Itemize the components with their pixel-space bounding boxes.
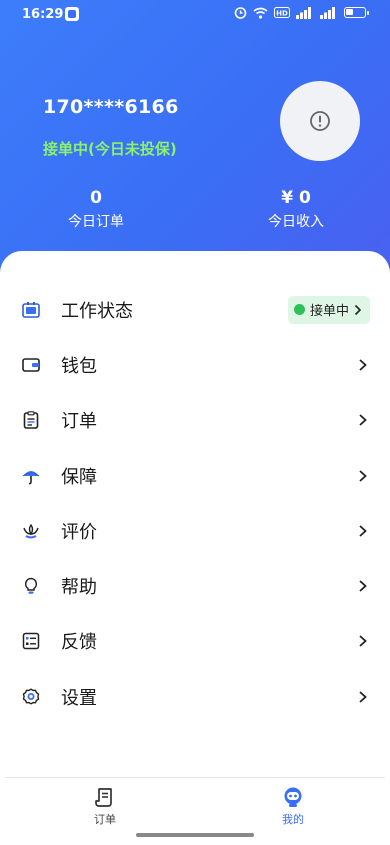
menu-label-protection: 保障 xyxy=(61,466,97,488)
chevron-right-icon xyxy=(354,304,362,315)
order-scroll-icon xyxy=(95,788,112,807)
status-icons: HD xyxy=(234,6,369,19)
today-income-label: 今日收入 xyxy=(268,214,324,230)
chevron-right-icon xyxy=(359,359,367,371)
today-orders-value: 0 xyxy=(90,188,102,208)
menu-item-orders[interactable]: 订单 xyxy=(0,393,390,448)
status-time: 16:29 xyxy=(22,7,64,22)
menu-label-wallet: 钱包 xyxy=(61,355,97,377)
avatar[interactable] xyxy=(280,81,360,161)
tab-orders[interactable]: 订单 xyxy=(75,786,135,827)
chevron-right-icon xyxy=(359,635,367,648)
menu-label-orders: 订单 xyxy=(61,411,97,433)
tab-orders-label: 订单 xyxy=(94,813,116,826)
menu-label-settings: 设置 xyxy=(61,687,97,709)
chevron-right-icon xyxy=(359,580,367,592)
tab-mine-label: 我的 xyxy=(282,813,304,826)
today-income-value: ¥ 0 xyxy=(281,188,311,208)
alarm-icon xyxy=(234,7,247,19)
robot-avatar-icon xyxy=(284,787,302,807)
work-status-text: 接单中(今日未投保) xyxy=(43,140,177,158)
today-orders-label: 今日订单 xyxy=(68,214,124,230)
alert-circle-icon xyxy=(310,111,330,131)
wifi-icon xyxy=(253,7,268,19)
chevron-right-icon xyxy=(359,691,367,703)
chevron-right-icon xyxy=(359,414,367,426)
tab-mine[interactable]: 我的 xyxy=(263,786,323,827)
lotus-icon xyxy=(22,522,40,540)
signal-icon xyxy=(296,6,311,19)
gear-icon xyxy=(22,688,40,706)
menu-item-protection[interactable]: 保障 xyxy=(0,448,390,503)
app-notification-icon xyxy=(65,7,79,21)
umbrella-icon xyxy=(22,467,40,485)
chevron-right-icon xyxy=(359,525,367,537)
menu-label-help: 帮助 xyxy=(61,577,97,599)
home-indicator[interactable] xyxy=(136,833,254,837)
today-income-stat[interactable]: ¥ 0 今日收入 xyxy=(236,188,356,231)
wallet-icon xyxy=(22,356,40,374)
chevron-right-icon xyxy=(359,469,367,482)
hd-icon: HD xyxy=(274,7,290,18)
lightbulb-icon xyxy=(22,577,40,595)
svg-text:HD: HD xyxy=(276,10,288,18)
menu-label-work-status: 工作状态 xyxy=(61,300,133,322)
status-bar: 16:29 HD xyxy=(0,0,390,30)
phone-number: 170****6166 xyxy=(43,96,179,118)
work-status-badge[interactable]: 接单中 xyxy=(287,295,370,324)
menu-item-wallet[interactable]: 钱包 xyxy=(0,337,390,392)
menu-item-reviews[interactable]: 评价 xyxy=(0,503,390,558)
signal-icon xyxy=(320,6,335,19)
battery-icon xyxy=(344,7,369,18)
menu-item-help[interactable]: 帮助 xyxy=(0,558,390,613)
menu-item-feedback[interactable]: 反馈 xyxy=(0,614,390,669)
menu-item-settings[interactable]: 设置 xyxy=(0,669,390,724)
menu-item-work-status[interactable]: 工作状态 接单中 xyxy=(0,282,390,337)
work-status-icon xyxy=(22,301,40,319)
menu-list: 工作状态 接单中 钱包 订单 保障 评价 帮助 反馈 设置 xyxy=(0,282,390,724)
menu-label-reviews: 评价 xyxy=(61,521,97,543)
work-status-badge-label: 接单中 xyxy=(309,304,349,320)
feedback-icon xyxy=(22,632,40,650)
menu-label-feedback: 反馈 xyxy=(61,632,97,654)
status-dot xyxy=(293,304,305,316)
clipboard-icon xyxy=(22,411,40,430)
today-orders-stat[interactable]: 0 今日订单 xyxy=(36,188,156,231)
